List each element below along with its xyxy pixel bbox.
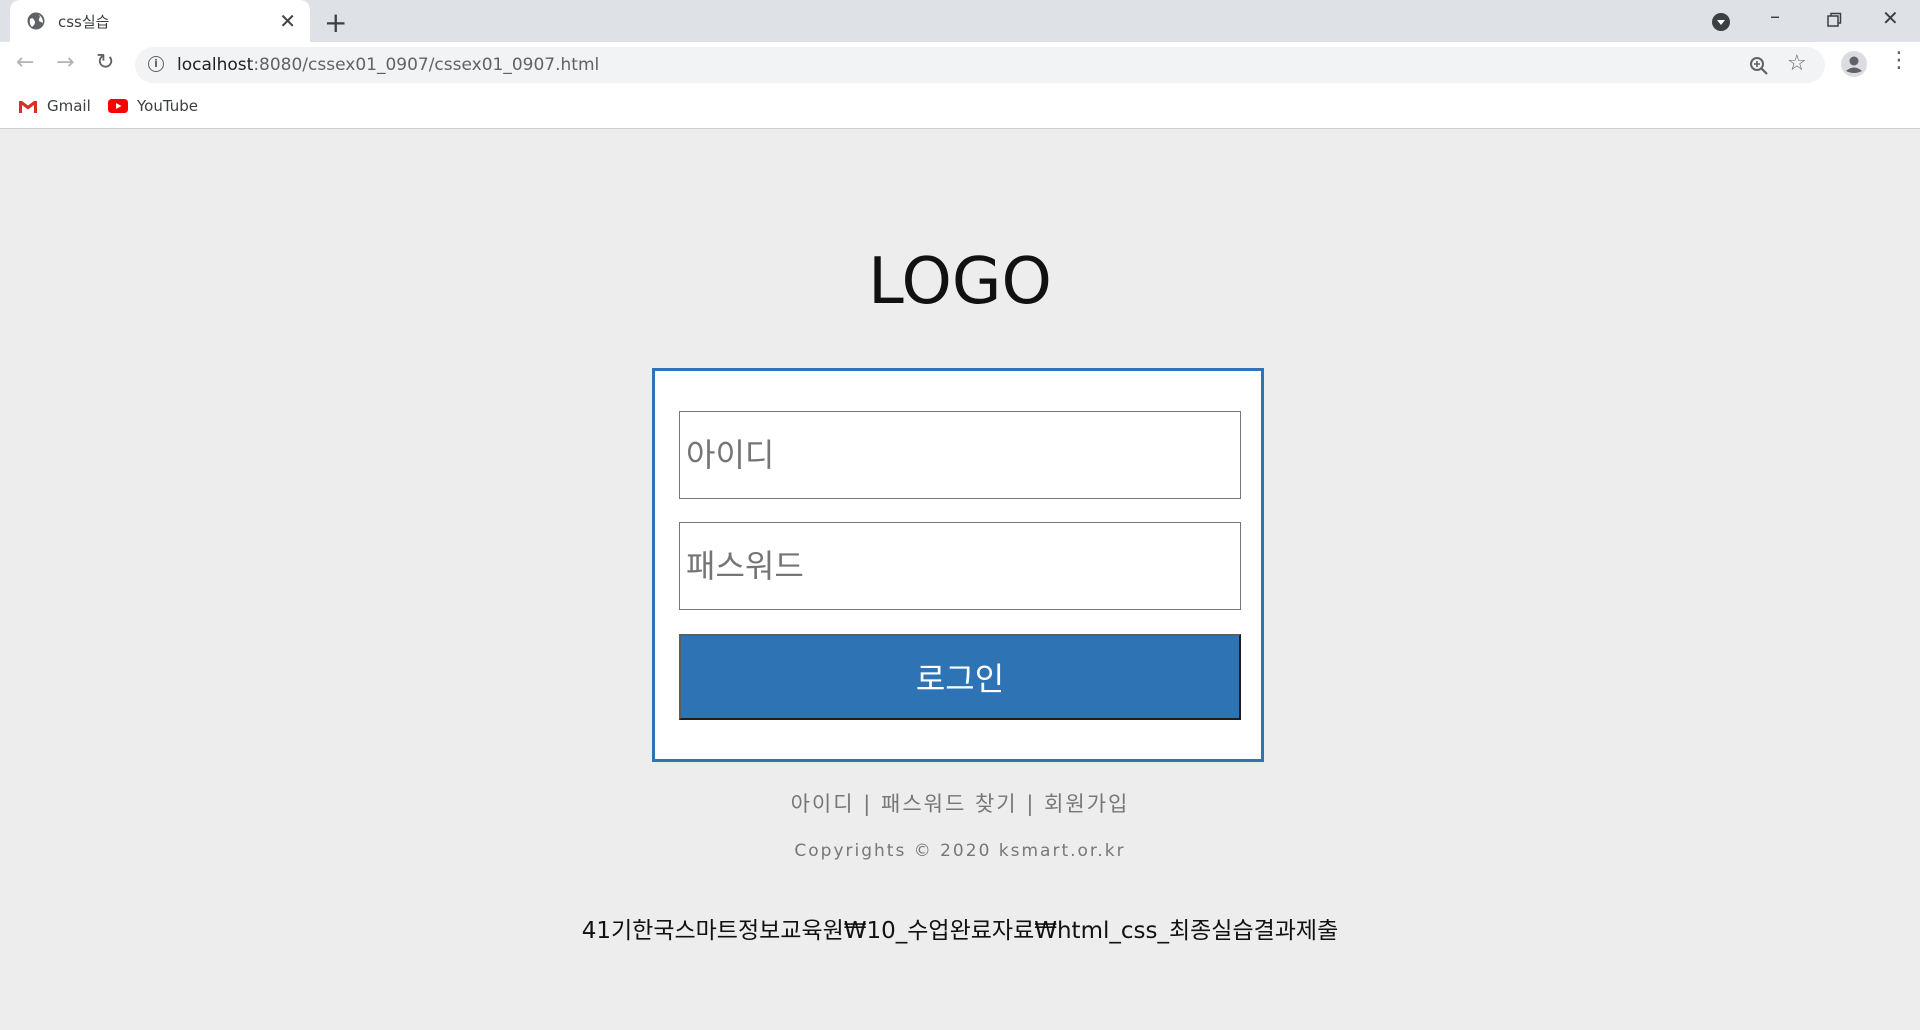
account-links: 아이디 | 패스워드 찾기 | 회원가입 [0, 788, 1920, 818]
bookmark-youtube[interactable]: YouTube [108, 97, 198, 115]
new-tab-icon[interactable]: + [324, 6, 347, 39]
restore-icon[interactable] [1826, 12, 1842, 28]
tab-strip: css실습 ✕ + – ✕ [0, 0, 1920, 42]
password-input[interactable] [679, 522, 1241, 610]
login-form: 로그인 [652, 368, 1264, 762]
page-logo: LOGO [868, 245, 1052, 319]
zoom-icon[interactable] [1749, 56, 1769, 76]
copyright-text: Copyrights © 2020 ksmart.or.kr [794, 841, 1126, 861]
browser-tab[interactable]: css실습 ✕ [10, 0, 310, 42]
id-input[interactable] [679, 411, 1241, 499]
minimize-icon[interactable]: – [1770, 4, 1780, 28]
reload-icon[interactable]: ↻ [96, 50, 114, 75]
close-tab-icon[interactable]: ✕ [279, 9, 296, 33]
footer-path-text: 41기한국스마트정보교육원₩10_수업완료자료₩html_css_최종실습결과제… [581, 918, 1339, 944]
back-icon[interactable]: ← [16, 50, 34, 75]
gmail-icon [18, 98, 38, 114]
forward-icon[interactable]: → [56, 50, 74, 75]
bookmark-star-icon[interactable]: ☆ [1787, 51, 1807, 76]
login-button[interactable]: 로그인 [679, 634, 1241, 720]
signup-link[interactable]: 회원가입 [1044, 792, 1129, 816]
account-icon[interactable] [1840, 50, 1868, 78]
bookmarks-bar: Gmail YouTube [0, 88, 1920, 129]
find-id-link[interactable]: 아이디 [791, 792, 855, 816]
find-password-link[interactable]: 패스워드 찾기 [881, 792, 1018, 816]
globe-icon [27, 12, 45, 30]
profile-menu-icon[interactable] [1711, 12, 1731, 32]
url-text[interactable]: localhost:8080/cssex01_0907/cssex01_0907… [177, 55, 599, 75]
address-bar[interactable]: i localhost:8080/cssex01_0907/cssex01_09… [135, 47, 1825, 83]
info-icon[interactable]: i [148, 56, 164, 72]
close-window-icon[interactable]: ✕ [1882, 6, 1899, 30]
link-separator: | [863, 792, 873, 816]
link-separator: | [1026, 792, 1036, 816]
kebab-menu-icon[interactable]: ⋮ [1888, 48, 1910, 73]
bookmark-gmail[interactable]: Gmail [18, 97, 91, 115]
youtube-icon [108, 99, 128, 113]
tab-title: css실습 [58, 12, 110, 31]
browser-toolbar: ← → ↻ i localhost:8080/cssex01_0907/csse… [0, 42, 1920, 88]
